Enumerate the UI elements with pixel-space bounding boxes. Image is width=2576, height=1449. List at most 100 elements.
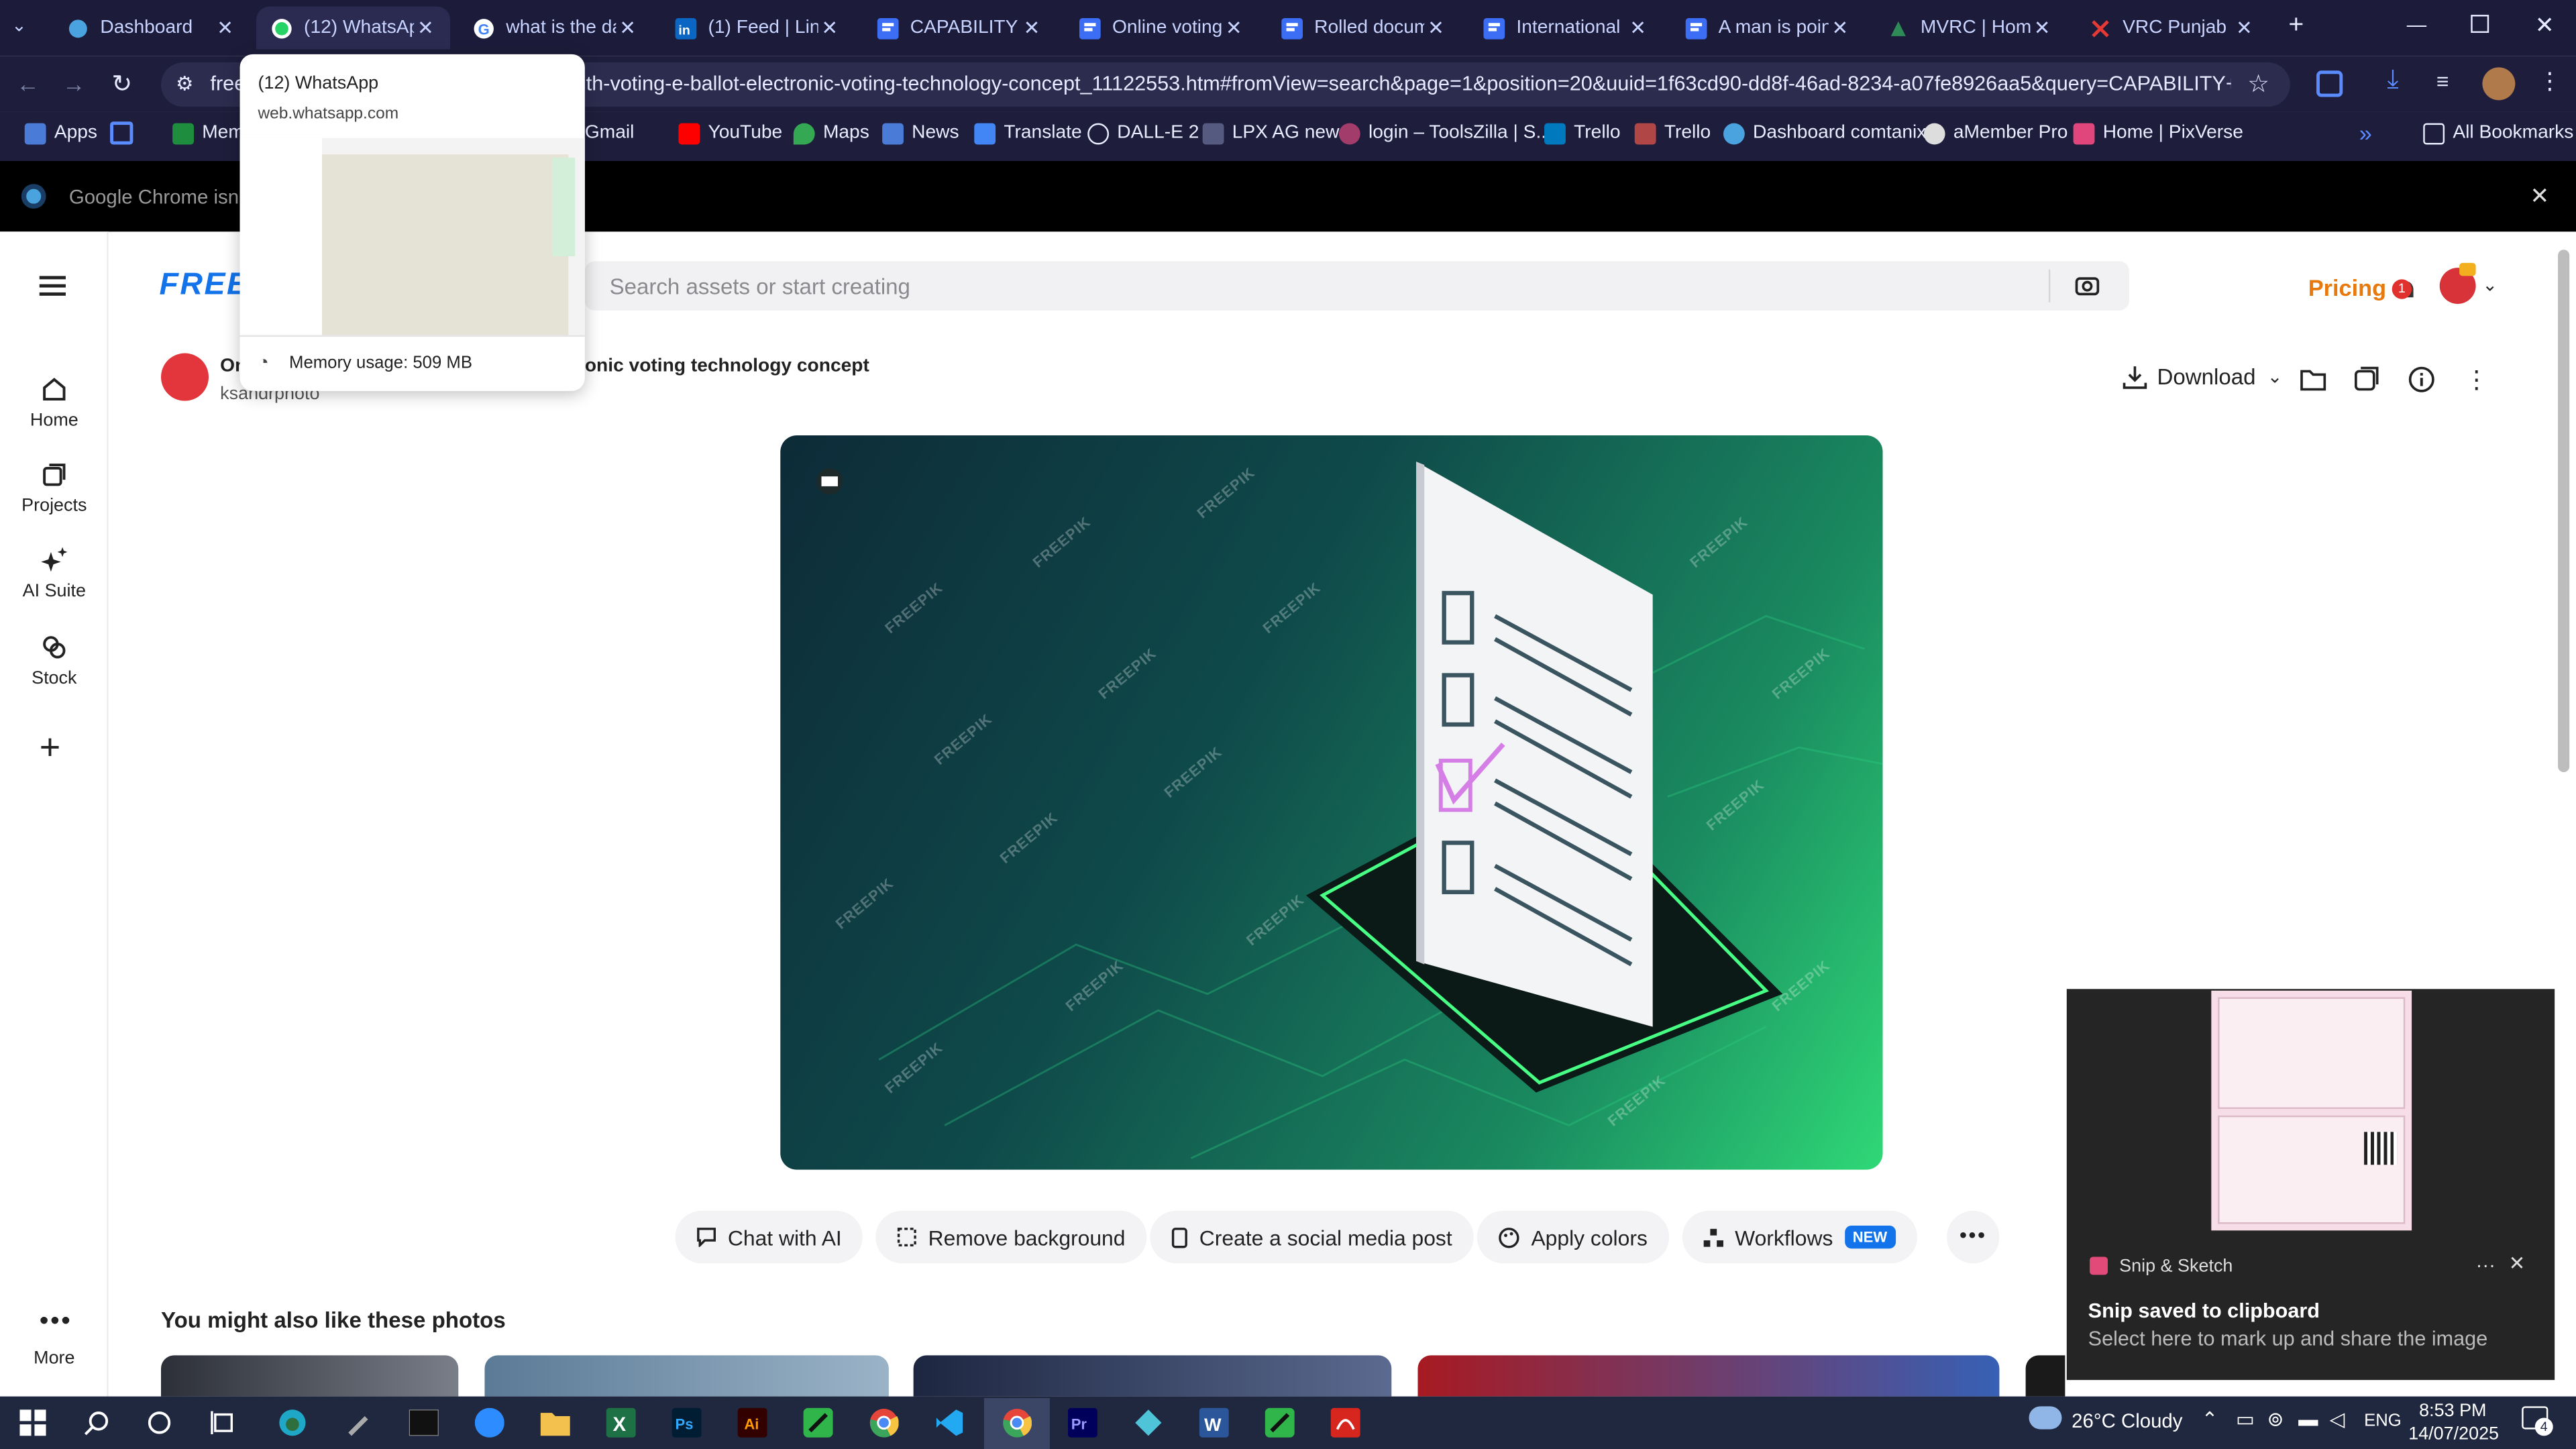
edge-icon[interactable] bbox=[274, 1405, 311, 1441]
illustrator-icon[interactable]: Ai bbox=[735, 1405, 771, 1441]
chrome-icon[interactable] bbox=[866, 1405, 902, 1441]
profile-avatar[interactable] bbox=[2482, 67, 2516, 101]
bookmark-toolszilla[interactable]: login – ToolsZilla | S... bbox=[1338, 118, 1552, 148]
bookmark-trello-1[interactable]: Trello bbox=[1544, 118, 1621, 148]
tab-whatsapp[interactable]: (12) WhatsApp ✕ bbox=[256, 6, 451, 50]
close-icon[interactable]: ✕ bbox=[2031, 16, 2053, 39]
bookmark-amember[interactable]: aMember Pro bbox=[1923, 118, 2068, 148]
acrobat-icon[interactable] bbox=[1328, 1405, 1364, 1441]
remove-background-button[interactable]: Remove background bbox=[875, 1210, 1147, 1264]
bookmark-apps[interactable]: Apps bbox=[24, 118, 97, 148]
weather-text[interactable]: 26°C Cloudy bbox=[2072, 1409, 2182, 1432]
chevron-down-icon[interactable]: ⌄ bbox=[2482, 274, 2498, 295]
close-window-button[interactable]: ✕ bbox=[2535, 11, 2555, 40]
asset-preview-image[interactable]: FREEPIK FREEPIK FREEPIK FREEPIK FREEPIK … bbox=[780, 435, 1883, 1170]
zoom-icon[interactable] bbox=[472, 1405, 508, 1441]
more-actions-button[interactable]: ••• bbox=[1947, 1210, 2000, 1264]
bookmark-dashboard-comtanix[interactable]: Dashboard comtanix bbox=[1723, 118, 1926, 148]
toast-more-icon[interactable]: ··· bbox=[2476, 1254, 2496, 1277]
collection-icon[interactable] bbox=[2354, 366, 2379, 391]
chat-with-ai-button[interactable]: Chat with AI bbox=[675, 1210, 863, 1264]
close-icon[interactable]: ✕ bbox=[616, 16, 639, 39]
sidebar-item-projects[interactable]: Projects bbox=[0, 462, 109, 516]
close-icon[interactable]: ✕ bbox=[1626, 16, 1649, 39]
sidebar-item-stock[interactable]: Stock bbox=[0, 634, 109, 688]
bookmark-lpx[interactable]: LPX AG new bbox=[1202, 118, 1339, 148]
word-icon[interactable]: W bbox=[1196, 1405, 1232, 1441]
browser-menu-icon[interactable]: ⋮ bbox=[2538, 67, 2561, 95]
close-icon[interactable]: ✕ bbox=[1829, 16, 1851, 39]
reload-icon[interactable]: ↻ bbox=[112, 69, 133, 99]
sidebar-more-label[interactable]: More bbox=[0, 1349, 109, 1368]
bookmark-youtube[interactable]: YouTube bbox=[678, 118, 782, 148]
windows-start-icon[interactable] bbox=[15, 1405, 51, 1441]
language-indicator[interactable]: ENG bbox=[2364, 1411, 2402, 1431]
related-thumbnail[interactable] bbox=[161, 1355, 459, 1397]
more-bookmarks-button[interactable]: » bbox=[2359, 118, 2372, 148]
new-tab-button[interactable]: + bbox=[2288, 11, 2304, 41]
network-icon[interactable]: ▬ bbox=[2298, 1408, 2318, 1431]
hamburger-menu-icon[interactable] bbox=[39, 276, 66, 296]
close-icon[interactable]: ✕ bbox=[1424, 16, 1447, 39]
minimize-button[interactable]: — bbox=[2407, 13, 2426, 36]
pen-icon[interactable] bbox=[340, 1405, 376, 1441]
tab-google[interactable]: G what is the dat ✕ bbox=[458, 7, 652, 50]
kebab-menu-icon[interactable]: ⋮ bbox=[2464, 365, 2489, 394]
tab-groups-icon[interactable] bbox=[110, 121, 133, 145]
premiere-icon[interactable]: Pr bbox=[1065, 1405, 1101, 1441]
tab-mvrc[interactable]: MVRC | Home ✕ bbox=[1873, 7, 2067, 50]
close-icon[interactable]: ✕ bbox=[818, 16, 841, 39]
diamond-app-icon[interactable] bbox=[1130, 1405, 1167, 1441]
search-icon[interactable] bbox=[79, 1405, 115, 1441]
weather-cloud-icon[interactable] bbox=[2029, 1406, 2062, 1430]
notifications-button[interactable]: 1 bbox=[2390, 276, 2420, 305]
tab-dashboard[interactable]: Dashboard ✕ bbox=[52, 7, 250, 50]
tab-capability[interactable]: CAPABILITY ST ✕ bbox=[863, 7, 1057, 50]
vscode-icon[interactable] bbox=[932, 1405, 968, 1441]
page-scrollbar[interactable] bbox=[2558, 250, 2570, 773]
photoshop-icon[interactable]: Ps bbox=[669, 1405, 705, 1441]
search-input[interactable]: Search assets or start creating bbox=[610, 274, 910, 299]
camera-icon[interactable] bbox=[2075, 274, 2100, 296]
chrome-active-icon[interactable] bbox=[999, 1405, 1035, 1441]
tray-expand-icon[interactable]: ⌃ bbox=[2202, 1408, 2218, 1431]
sidebar-item-home[interactable]: Home bbox=[0, 376, 109, 431]
meet-now-icon[interactable]: ▭ bbox=[2236, 1408, 2255, 1431]
toast-close-icon[interactable]: ✕ bbox=[2509, 1252, 2526, 1275]
folder-icon[interactable] bbox=[2300, 368, 2326, 391]
tab-international[interactable]: International b ✕ bbox=[1468, 7, 1662, 50]
search-bar[interactable]: Search assets or start creating bbox=[584, 261, 2129, 311]
action-center-icon[interactable]: 4 bbox=[2522, 1406, 2553, 1436]
infobar-close-icon[interactable]: ✕ bbox=[2530, 182, 2549, 211]
pricing-link[interactable]: Pricing bbox=[2308, 274, 2386, 301]
tab-online-voting[interactable]: Online voting ✕ bbox=[1065, 7, 1258, 50]
bookmark-news[interactable]: News bbox=[882, 118, 959, 148]
apply-colors-button[interactable]: Apply colors bbox=[1477, 1210, 1669, 1264]
bookmark-mem[interactable]: Mem bbox=[172, 118, 244, 148]
all-bookmarks-button[interactable]: All Bookmarks bbox=[2423, 118, 2573, 148]
cortana-icon[interactable] bbox=[142, 1405, 178, 1441]
sync-icon[interactable]: ⊚ bbox=[2267, 1408, 2284, 1431]
tab-rolled[interactable]: Rolled docume ✕ bbox=[1267, 7, 1460, 50]
related-thumbnail[interactable] bbox=[2025, 1355, 2065, 1397]
green-app-icon[interactable] bbox=[800, 1405, 837, 1441]
download-button[interactable]: Download ⌄ bbox=[2123, 365, 2282, 389]
create-social-post-button[interactable]: Create a social media post bbox=[1150, 1210, 1474, 1264]
terminal-icon[interactable] bbox=[406, 1405, 442, 1441]
close-icon[interactable]: ✕ bbox=[213, 16, 236, 39]
bookmark-trello-2[interactable]: Trello bbox=[1634, 118, 1711, 148]
add-icon[interactable]: + bbox=[40, 729, 60, 765]
site-info-icon[interactable]: ⚙ bbox=[176, 62, 193, 107]
user-avatar[interactable] bbox=[2439, 262, 2476, 305]
bookmark-gmail[interactable]: Gmail bbox=[585, 118, 635, 148]
file-explorer-icon[interactable] bbox=[537, 1405, 574, 1441]
forward-arrow-icon[interactable]: → bbox=[62, 70, 85, 97]
author-avatar[interactable] bbox=[161, 353, 209, 401]
bookmark-translate[interactable]: Translate bbox=[974, 118, 1082, 148]
info-icon[interactable] bbox=[2408, 366, 2434, 392]
sidebar-item-ai-suite[interactable]: AI Suite bbox=[0, 547, 109, 601]
related-thumbnail[interactable] bbox=[913, 1355, 1392, 1397]
back-arrow-icon[interactable]: ← bbox=[16, 70, 39, 97]
close-icon[interactable]: ✕ bbox=[2233, 16, 2255, 39]
clock-date[interactable]: 14/07/2025 bbox=[2408, 1424, 2499, 1444]
